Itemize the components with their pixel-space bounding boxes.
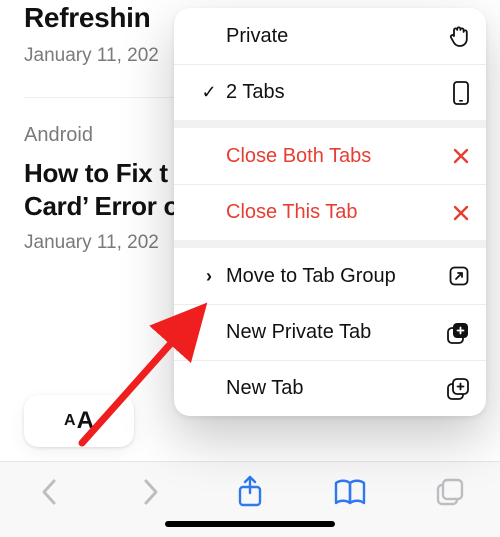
menu-item-label: Private (222, 25, 442, 48)
menu-item-close-both-tabs[interactable]: Close Both Tabs (174, 128, 486, 184)
home-indicator (165, 521, 335, 527)
x-icon (442, 147, 470, 165)
menu-item-new-private-tab[interactable]: New Private Tab (174, 304, 486, 360)
tabs-plus-filled-icon (442, 321, 470, 345)
tabs-plus-icon (442, 377, 470, 401)
tabs-button[interactable] (430, 474, 470, 510)
forward-button[interactable] (130, 474, 170, 510)
phone-icon (442, 80, 470, 106)
tabs-icon (434, 476, 466, 508)
font-big-a: A (77, 407, 94, 435)
bookmarks-button[interactable] (330, 474, 370, 510)
tab-context-menu: Private ✓ 2 Tabs Close Both Tabs (174, 8, 486, 416)
check-icon: ✓ (196, 82, 222, 103)
menu-item-move-to-tab-group[interactable]: › Move to Tab Group (174, 248, 486, 304)
menu-item-label: Close This Tab (222, 201, 442, 224)
book-icon (332, 477, 368, 507)
menu-item-label: Close Both Tabs (222, 145, 442, 168)
chevron-left-icon (40, 477, 60, 507)
menu-item-tabs-count[interactable]: ✓ 2 Tabs (174, 64, 486, 120)
font-size-button[interactable]: AA (24, 395, 134, 447)
open-icon (442, 265, 470, 287)
menu-item-label: Move to Tab Group (222, 265, 442, 288)
menu-item-private[interactable]: Private (174, 8, 486, 64)
menu-item-label: New Tab (222, 377, 442, 400)
menu-item-new-tab[interactable]: New Tab (174, 360, 486, 416)
chevron-right-icon: › (196, 266, 222, 287)
menu-item-label: 2 Tabs (222, 81, 442, 104)
share-button[interactable] (230, 474, 270, 510)
bottom-toolbar (0, 461, 500, 537)
hand-icon (442, 24, 470, 48)
share-icon (236, 475, 264, 509)
back-button[interactable] (30, 474, 70, 510)
font-small-a: A (64, 412, 76, 430)
menu-item-close-this-tab[interactable]: Close This Tab (174, 184, 486, 240)
x-icon (442, 204, 470, 222)
menu-item-label: New Private Tab (222, 321, 442, 344)
chevron-right-icon (140, 477, 160, 507)
